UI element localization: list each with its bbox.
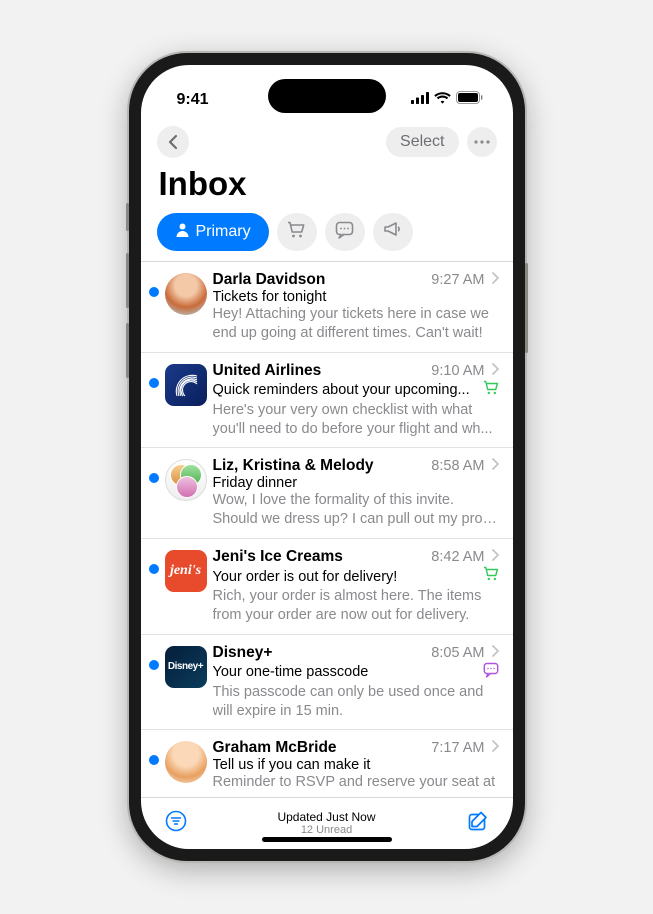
volume-down-button	[126, 323, 129, 378]
screen: 9:41 Select	[141, 65, 513, 849]
chevron-right-icon	[491, 458, 499, 474]
avatar	[165, 273, 207, 315]
cart-icon	[287, 221, 306, 244]
avatar	[165, 741, 207, 783]
chevron-right-icon	[491, 549, 499, 565]
message-sender: Graham McBride	[213, 739, 337, 757]
message-preview: Hey! Attaching your tickets here in case…	[213, 305, 499, 343]
battery-icon	[456, 91, 483, 109]
avatar	[165, 364, 207, 406]
message-row[interactable]: jeni's Jeni's Ice Creams 8:42 AM Your order…	[141, 539, 513, 635]
chevron-right-icon	[491, 363, 499, 379]
category-badge-icon	[483, 380, 499, 401]
unread-indicator	[149, 564, 159, 574]
message-preview: Wow, I love the formality of this invite…	[213, 491, 499, 529]
message-subject: Friday dinner	[213, 475, 499, 491]
message-subject: Tell us if you can make it	[213, 757, 499, 773]
message-preview: Rich, your order is almost here. The ite…	[213, 587, 499, 625]
silent-switch	[126, 203, 129, 231]
filter-promotions[interactable]	[373, 213, 413, 251]
avatar: jeni's	[165, 550, 207, 592]
message-row[interactable]: United Airlines 9:10 AM Quick reminders ab…	[141, 353, 513, 449]
message-time: 7:17 AM	[431, 740, 484, 756]
avatar: Disney+	[165, 646, 207, 688]
message-subject: Quick reminders about your upcoming...	[213, 382, 477, 398]
chevron-right-icon	[491, 740, 499, 756]
status-time: 9:41	[177, 91, 209, 109]
unread-indicator	[149, 660, 159, 670]
message-sender: Disney+	[213, 644, 273, 662]
select-button[interactable]: Select	[386, 127, 458, 157]
filter-primary[interactable]: Primary	[157, 213, 269, 251]
message-preview: Here's your very own checklist with what…	[213, 401, 499, 439]
filter-primary-label: Primary	[196, 223, 251, 241]
message-sender: Darla Davidson	[213, 271, 326, 289]
megaphone-icon	[383, 221, 402, 243]
unread-indicator	[149, 378, 159, 388]
message-time: 9:27 AM	[431, 272, 484, 288]
more-button[interactable]	[467, 127, 497, 157]
page-title: Inbox	[159, 165, 495, 203]
message-sender: United Airlines	[213, 362, 322, 380]
filter-button[interactable]	[165, 810, 187, 837]
category-badge-icon	[483, 662, 499, 683]
category-filters: Primary	[141, 211, 513, 262]
compose-button[interactable]	[467, 810, 489, 837]
home-indicator[interactable]	[262, 837, 392, 842]
message-list[interactable]: Darla Davidson 9:27 AMTickets for tonight…	[141, 262, 513, 797]
message-row[interactable]: Graham McBride 7:17 AMTell us if you can …	[141, 730, 513, 792]
toolbar-unread-count: 12 Unread	[277, 824, 375, 837]
filter-transactions[interactable]	[277, 213, 317, 251]
wifi-icon	[434, 91, 451, 109]
category-badge-icon	[483, 566, 499, 587]
power-button	[525, 263, 528, 353]
chevron-right-icon	[491, 272, 499, 288]
message-row[interactable]: Liz, Kristina & Melody 8:58 AMFriday dinn…	[141, 448, 513, 539]
message-sender: Jeni's Ice Creams	[213, 548, 343, 566]
message-subject: Your order is out for delivery!	[213, 569, 477, 585]
message-preview: This passcode can only be used once and …	[213, 683, 499, 721]
message-time: 9:10 AM	[431, 363, 484, 379]
dynamic-island	[268, 79, 386, 113]
phone-frame: 9:41 Select	[129, 53, 525, 861]
chevron-right-icon	[491, 645, 499, 661]
unread-indicator	[149, 473, 159, 483]
message-time: 8:05 AM	[431, 645, 484, 661]
nav-bar: Select	[141, 121, 513, 163]
toolbar-updated: Updated Just Now	[277, 810, 375, 824]
chat-icon	[335, 221, 354, 244]
message-preview: Reminder to RSVP and reserve your seat a…	[213, 773, 499, 792]
message-row[interactable]: Darla Davidson 9:27 AMTickets for tonight…	[141, 262, 513, 353]
cellular-icon	[411, 91, 429, 109]
message-subject: Tickets for tonight	[213, 289, 499, 305]
avatar	[165, 459, 207, 501]
message-sender: Liz, Kristina & Melody	[213, 457, 374, 475]
message-time: 8:42 AM	[431, 549, 484, 565]
filter-updates[interactable]	[325, 213, 365, 251]
unread-indicator	[149, 287, 159, 297]
message-time: 8:58 AM	[431, 458, 484, 474]
person-icon	[175, 222, 190, 242]
message-row[interactable]: Disney+ Disney+ 8:05 AM Your one-time passc…	[141, 635, 513, 731]
message-subject: Your one-time passcode	[213, 664, 477, 680]
volume-up-button	[126, 253, 129, 308]
unread-indicator	[149, 755, 159, 765]
back-button[interactable]	[157, 126, 189, 158]
